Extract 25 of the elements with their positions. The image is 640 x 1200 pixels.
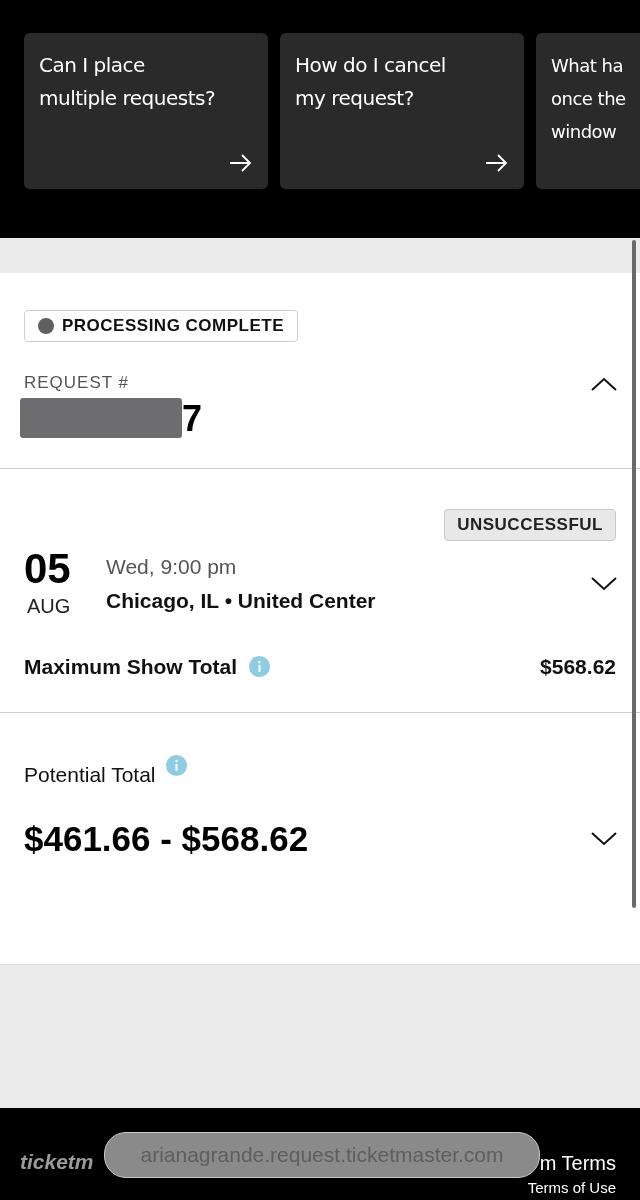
potential-total-label: Potential Total [24, 762, 156, 788]
request-number: 7 [182, 399, 203, 438]
max-total-value: $568.62 [540, 653, 616, 680]
faq-card[interactable]: Can I place multiple requests? [24, 33, 268, 189]
footer-link[interactable]: Terms of Use [527, 1178, 616, 1198]
potential-total-range: $461.66 - $568.62 [24, 817, 309, 860]
event-month: AUG [26, 593, 71, 619]
result-badge: UNSUCCESSFUL [444, 508, 616, 541]
collapse-chevron-icon[interactable] [590, 376, 618, 392]
scrollbar[interactable] [632, 240, 636, 908]
expand-chevron-icon[interactable] [590, 575, 618, 592]
expand-chevron-icon[interactable] [590, 830, 618, 847]
footer-link[interactable]: m Terms [539, 1148, 616, 1178]
event-venue: Chicago, IL • United Center [106, 587, 377, 614]
event-day: 05 [24, 546, 71, 591]
faq-question: What ha once the window [551, 54, 627, 144]
faq-card[interactable]: How do I cancel my request? [280, 33, 524, 189]
faq-question: Can I place multiple requests? [39, 52, 217, 112]
logo: ticketm [20, 1149, 94, 1175]
max-total-label: Maximum Show Total [24, 653, 238, 680]
status-text: PROCESSING COMPLETE [62, 315, 285, 338]
request-label: REQUEST # [24, 372, 131, 394]
faq-question: How do I cancel my request? [295, 52, 447, 112]
faq-card[interactable]: What ha once the window [536, 33, 640, 189]
event-time: Wed, 9:00 pm [106, 554, 238, 580]
